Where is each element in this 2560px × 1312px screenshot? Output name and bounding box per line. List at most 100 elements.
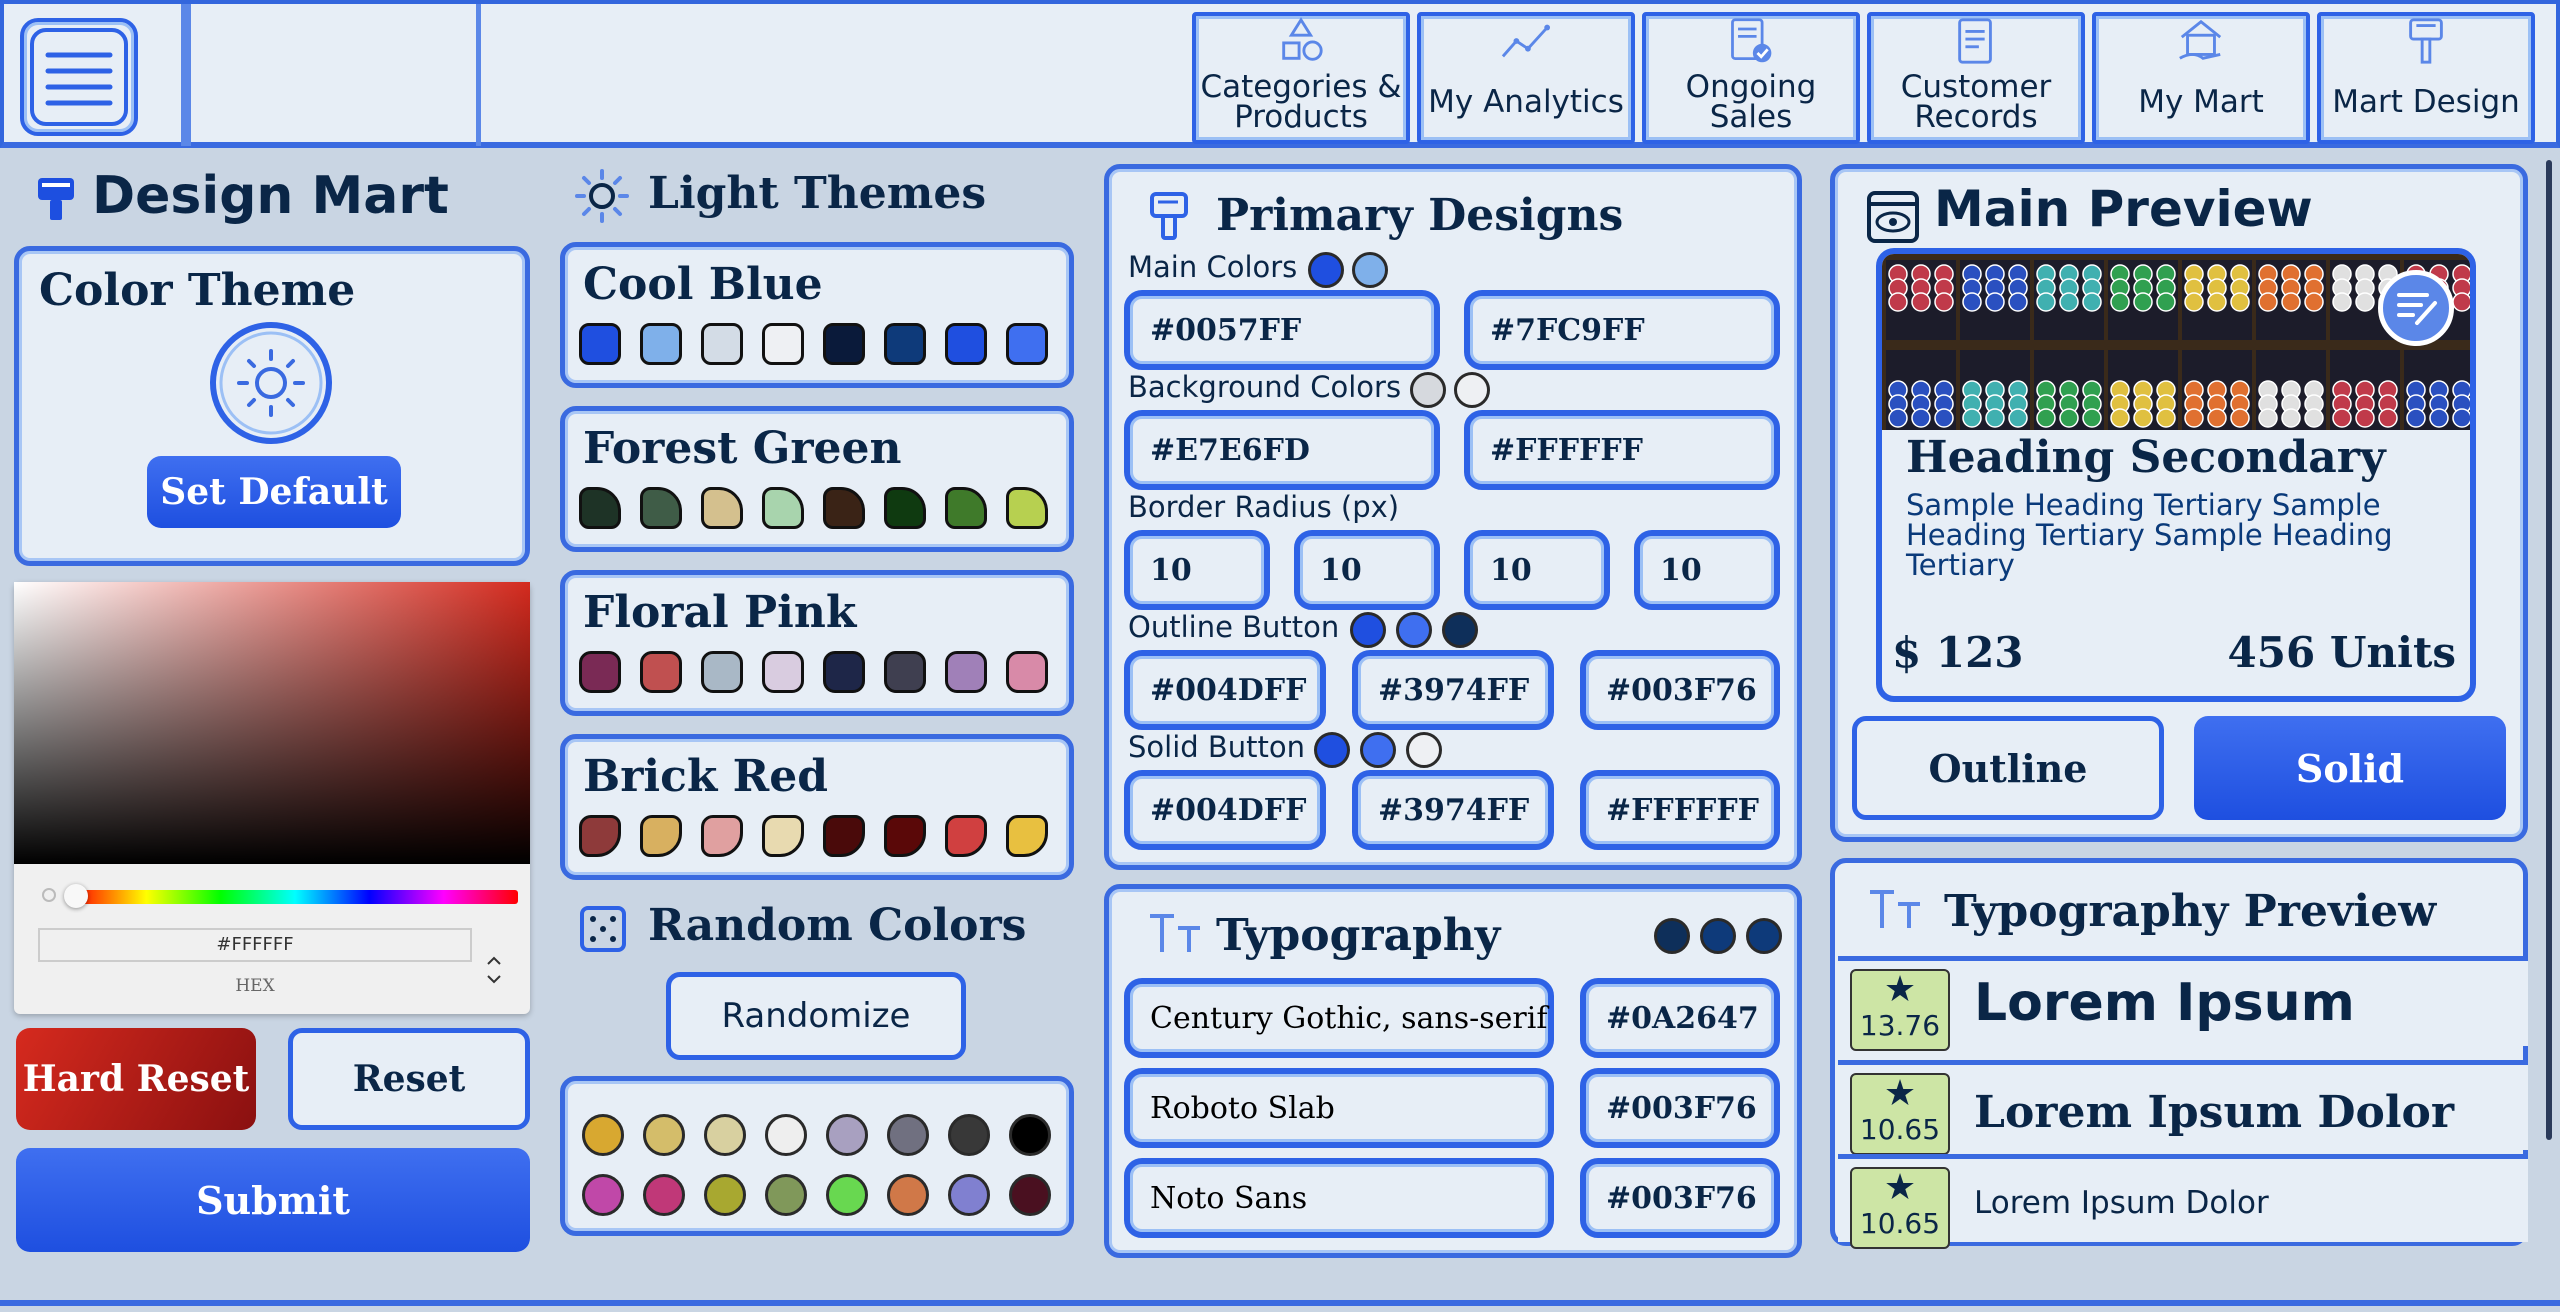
saturation-area[interactable] (14, 582, 530, 864)
main-colors-label: Main Colors (1128, 250, 1298, 284)
nav-my-analytics[interactable]: My Analytics (1417, 12, 1635, 144)
random-color-swatch[interactable] (582, 1114, 624, 1156)
primary-designs-title: Primary Designs (1216, 190, 1624, 241)
typography-color-dot[interactable] (1746, 918, 1782, 954)
theme-swatch (579, 487, 621, 529)
solid-color-input[interactable]: #3974FF (1352, 770, 1554, 850)
random-color-swatch[interactable] (765, 1174, 807, 1216)
outline-color-input[interactable]: #004DFF (1124, 650, 1326, 730)
hue-slider[interactable] (72, 890, 518, 904)
randomize-button[interactable]: Randomize (666, 972, 966, 1060)
random-color-swatch[interactable] (643, 1174, 685, 1216)
font-family-input[interactable]: Century Gothic, sans-serif (1124, 978, 1554, 1058)
edit-icon (2397, 293, 2437, 325)
random-color-swatch[interactable] (948, 1114, 990, 1156)
theme-swatch (884, 323, 926, 365)
set-default-button[interactable]: Set Default (147, 456, 401, 528)
theme-card[interactable]: Brick Red (560, 734, 1074, 880)
typography-color-dot[interactable] (1700, 918, 1736, 954)
nav-mart-design[interactable]: Mart Design (2317, 12, 2535, 144)
reset-button[interactable]: Reset (288, 1028, 530, 1130)
background-color-input[interactable]: #FFFFFF (1464, 410, 1780, 490)
nav-divider (4, 4, 186, 146)
nav-divider (186, 4, 481, 146)
random-color-swatch[interactable] (826, 1114, 868, 1156)
border-radius-input[interactable]: 10 (1464, 530, 1610, 610)
font-color-input[interactable]: #0A2647 (1580, 978, 1780, 1058)
submit-button[interactable]: Submit (16, 1148, 530, 1252)
font-color-input[interactable]: #003F76 (1580, 1158, 1780, 1238)
eye-icon (1867, 191, 1919, 243)
preview-heading: Heading Secondary (1906, 432, 2386, 483)
outline-color-dot[interactable] (1350, 612, 1386, 648)
random-color-swatch[interactable] (1009, 1114, 1051, 1156)
theme-name: Brick Red (583, 751, 829, 802)
color-picker[interactable]: #FFFFFF HEX (14, 582, 530, 1014)
random-color-swatch[interactable] (704, 1174, 746, 1216)
font-family-input[interactable]: Roboto Slab (1124, 1068, 1554, 1148)
theme-swatch (579, 651, 621, 693)
preview-solid-button[interactable]: Solid (2194, 716, 2506, 820)
typography-color-dot[interactable] (1654, 918, 1690, 954)
analytics-icon (1501, 24, 1551, 58)
border-radius-input[interactable]: 10 (1124, 530, 1270, 610)
outline-color-input[interactable]: #003F76 (1580, 650, 1780, 730)
paint-brush-icon (38, 178, 74, 220)
sun-icon[interactable] (209, 321, 333, 445)
theme-card[interactable]: Forest Green (560, 406, 1074, 552)
border-radius-input[interactable]: 10 (1634, 530, 1780, 610)
rating-value: 10.65 (1859, 1113, 1941, 1146)
text-size-icon (1150, 914, 1200, 952)
random-color-swatch[interactable] (887, 1174, 929, 1216)
random-color-swatch[interactable] (948, 1174, 990, 1216)
font-family-input[interactable]: Noto Sans (1124, 1158, 1554, 1238)
solid-color-dot[interactable] (1406, 732, 1442, 768)
format-toggle-icon[interactable] (484, 950, 504, 990)
random-color-swatch[interactable] (887, 1114, 929, 1156)
product-preview-card[interactable]: Heading Secondary Sample Heading Tertiar… (1876, 248, 2476, 702)
solid-color-dot[interactable] (1360, 732, 1396, 768)
nav-customer-records[interactable]: Customer Records (1867, 12, 2085, 144)
preview-outline-button[interactable]: Outline (1852, 716, 2164, 820)
solid-color-dot[interactable] (1314, 732, 1350, 768)
hue-handle[interactable] (64, 884, 88, 908)
main-color-input[interactable]: #7FC9FF (1464, 290, 1780, 370)
theme-swatch (762, 323, 804, 365)
random-color-swatch[interactable] (765, 1114, 807, 1156)
hex-input[interactable]: #FFFFFF (38, 928, 472, 962)
nav-ongoing-sales[interactable]: Ongoing Sales (1642, 12, 1860, 144)
solid-color-input[interactable]: #004DFF (1124, 770, 1326, 850)
background-color-dot[interactable] (1410, 372, 1446, 408)
nav-label: Customer Records (1900, 69, 2052, 135)
theme-name: Forest Green (583, 423, 902, 474)
random-color-swatch[interactable] (704, 1114, 746, 1156)
border-radius-input[interactable]: 10 (1294, 530, 1440, 610)
theme-swatch (823, 323, 865, 365)
random-color-swatch[interactable] (582, 1174, 624, 1216)
hard-reset-button[interactable]: Hard Reset (16, 1028, 256, 1130)
top-nav: Categories & Products My Analytics Ongoi… (0, 0, 2560, 148)
theme-swatch (640, 815, 682, 857)
background-color-input[interactable]: #E7E6FD (1124, 410, 1440, 490)
preview-price: $ 123 (1892, 628, 2024, 677)
nav-categories-products[interactable]: Categories & Products (1192, 12, 1410, 144)
background-color-dot[interactable] (1454, 372, 1490, 408)
outline-color-input[interactable]: #3974FF (1352, 650, 1554, 730)
main-color-input[interactable]: #0057FF (1124, 290, 1440, 370)
font-color-input[interactable]: #003F76 (1580, 1068, 1780, 1148)
theme-card[interactable]: Floral Pink (560, 570, 1074, 716)
outline-color-dot[interactable] (1396, 612, 1432, 648)
scrollbar[interactable] (2546, 160, 2552, 1140)
random-color-swatch[interactable] (643, 1114, 685, 1156)
outline-color-dot[interactable] (1442, 612, 1478, 648)
theme-card[interactable]: Cool Blue (560, 242, 1074, 388)
dice-icon (580, 906, 626, 952)
preview-units: 456 Units (2227, 628, 2456, 677)
random-color-swatch[interactable] (826, 1174, 868, 1216)
nav-my-mart[interactable]: My Mart (2092, 12, 2310, 144)
main-color-dot[interactable] (1308, 252, 1344, 288)
solid-color-input[interactable]: #FFFFFF (1580, 770, 1780, 850)
edit-button[interactable] (2378, 270, 2454, 346)
main-color-dot[interactable] (1352, 252, 1388, 288)
random-color-swatch[interactable] (1009, 1174, 1051, 1216)
